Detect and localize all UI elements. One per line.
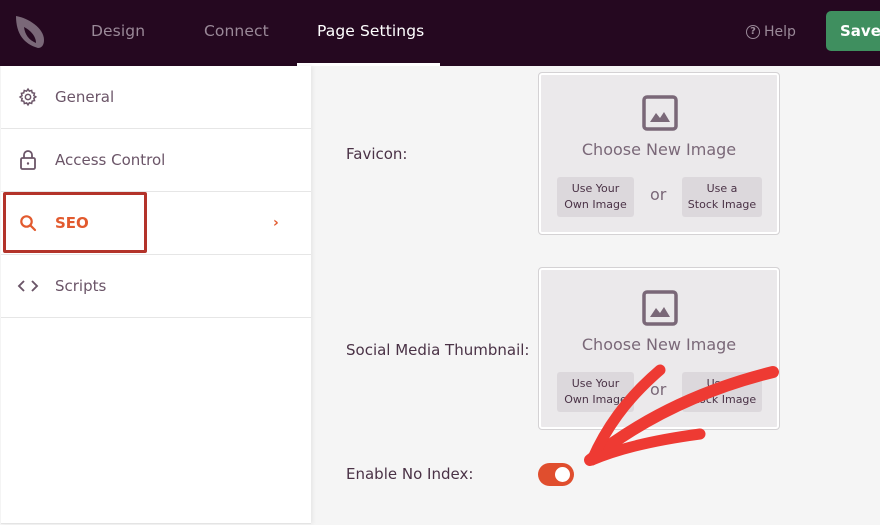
- social-thumbnail-image-picker: Choose New Image Use Your Own Image or U…: [538, 267, 780, 430]
- use-stock-image-button[interactable]: Use a Stock Image: [682, 372, 762, 412]
- tab-design[interactable]: Design: [91, 0, 145, 66]
- or-separator: or: [650, 185, 667, 204]
- choose-new-image-button[interactable]: Choose New Image: [539, 335, 779, 354]
- no-index-label: Enable No Index:: [346, 465, 474, 483]
- code-icon: [17, 275, 39, 297]
- help-link[interactable]: ? Help: [746, 21, 796, 43]
- sidebar-item-label: Scripts: [55, 277, 107, 295]
- sidebar-item-general[interactable]: General: [1, 66, 311, 129]
- use-own-image-button[interactable]: Use Your Own Image: [557, 372, 634, 412]
- tab-page-settings[interactable]: Page Settings: [317, 0, 424, 66]
- sidebar-item-label: SEO: [55, 214, 89, 232]
- button-label: Stock Image: [687, 198, 757, 211]
- seedprod-leaf-icon[interactable]: [14, 14, 48, 50]
- choose-new-image-button[interactable]: Choose New Image: [539, 140, 779, 159]
- sidebar-item-access-control[interactable]: Access Control: [1, 129, 311, 192]
- settings-sidebar: General Access Control SEO › Scripts: [1, 66, 311, 524]
- seo-settings-panel: Favicon: Choose New Image Use Your Own I…: [311, 66, 880, 524]
- button-label: Own Image: [564, 198, 627, 211]
- question-circle-icon: ?: [746, 25, 760, 39]
- tab-connect[interactable]: Connect: [204, 0, 269, 66]
- sidebar-item-label: General: [55, 88, 115, 106]
- save-button[interactable]: Save: [826, 11, 880, 51]
- image-icon: [642, 95, 678, 131]
- button-label: Use a: [706, 182, 738, 195]
- gear-icon: [17, 86, 39, 108]
- button-label: Use Your: [571, 182, 620, 195]
- sidebar-item-label: Access Control: [55, 151, 166, 169]
- favicon-label: Favicon:: [346, 145, 408, 163]
- use-stock-image-button[interactable]: Use a Stock Image: [682, 177, 762, 217]
- image-icon: [642, 290, 678, 326]
- toggle-knob: [555, 467, 570, 482]
- button-label: Use Your: [571, 377, 620, 390]
- button-label: Use a: [706, 377, 738, 390]
- search-icon: [17, 212, 39, 234]
- social-thumbnail-label: Social Media Thumbnail:: [346, 341, 530, 359]
- or-separator: or: [650, 380, 667, 399]
- button-label: Stock Image: [687, 393, 757, 406]
- button-label: Own Image: [564, 393, 627, 406]
- favicon-image-picker: Choose New Image Use Your Own Image or U…: [538, 72, 780, 235]
- chevron-right-icon: ›: [273, 215, 279, 231]
- use-own-image-button[interactable]: Use Your Own Image: [557, 177, 634, 217]
- sidebar-item-seo[interactable]: SEO ›: [1, 192, 311, 255]
- no-index-toggle[interactable]: [538, 463, 574, 486]
- top-bar: Design Connect Page Settings ? Help Save: [0, 0, 880, 66]
- sidebar-item-scripts[interactable]: Scripts: [1, 255, 311, 318]
- lock-icon: [17, 149, 39, 171]
- help-label: Help: [764, 24, 796, 40]
